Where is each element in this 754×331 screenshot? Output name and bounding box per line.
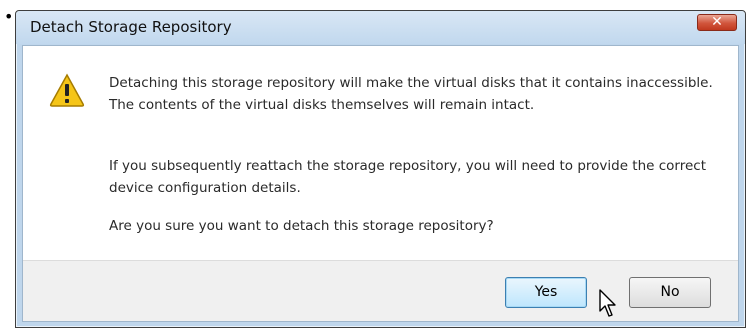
- message-detach-warning: Detaching this storage repository will m…: [109, 75, 713, 113]
- dialog-content: Detaching this storage repository will m…: [22, 45, 739, 322]
- message-reattach-note: If you subsequently reattach the storage…: [109, 158, 707, 196]
- title-bar[interactable]: Detach Storage Repository ✕: [16, 11, 745, 44]
- button-bar: Yes No: [23, 260, 738, 321]
- mouse-cursor-icon: [599, 289, 616, 317]
- detach-storage-dialog: Detach Storage Repository ✕ Detaching th…: [15, 10, 746, 328]
- close-icon: ✕: [711, 14, 723, 30]
- confirmation-question: Are you sure you want to detach this sto…: [109, 218, 494, 234]
- no-button[interactable]: No: [629, 277, 711, 308]
- close-button[interactable]: ✕: [697, 14, 737, 31]
- bullet: •: [4, 7, 14, 26]
- dialog-title: Detach Storage Repository: [30, 18, 232, 36]
- warning-icon: [49, 73, 85, 107]
- yes-button[interactable]: Yes: [505, 277, 587, 308]
